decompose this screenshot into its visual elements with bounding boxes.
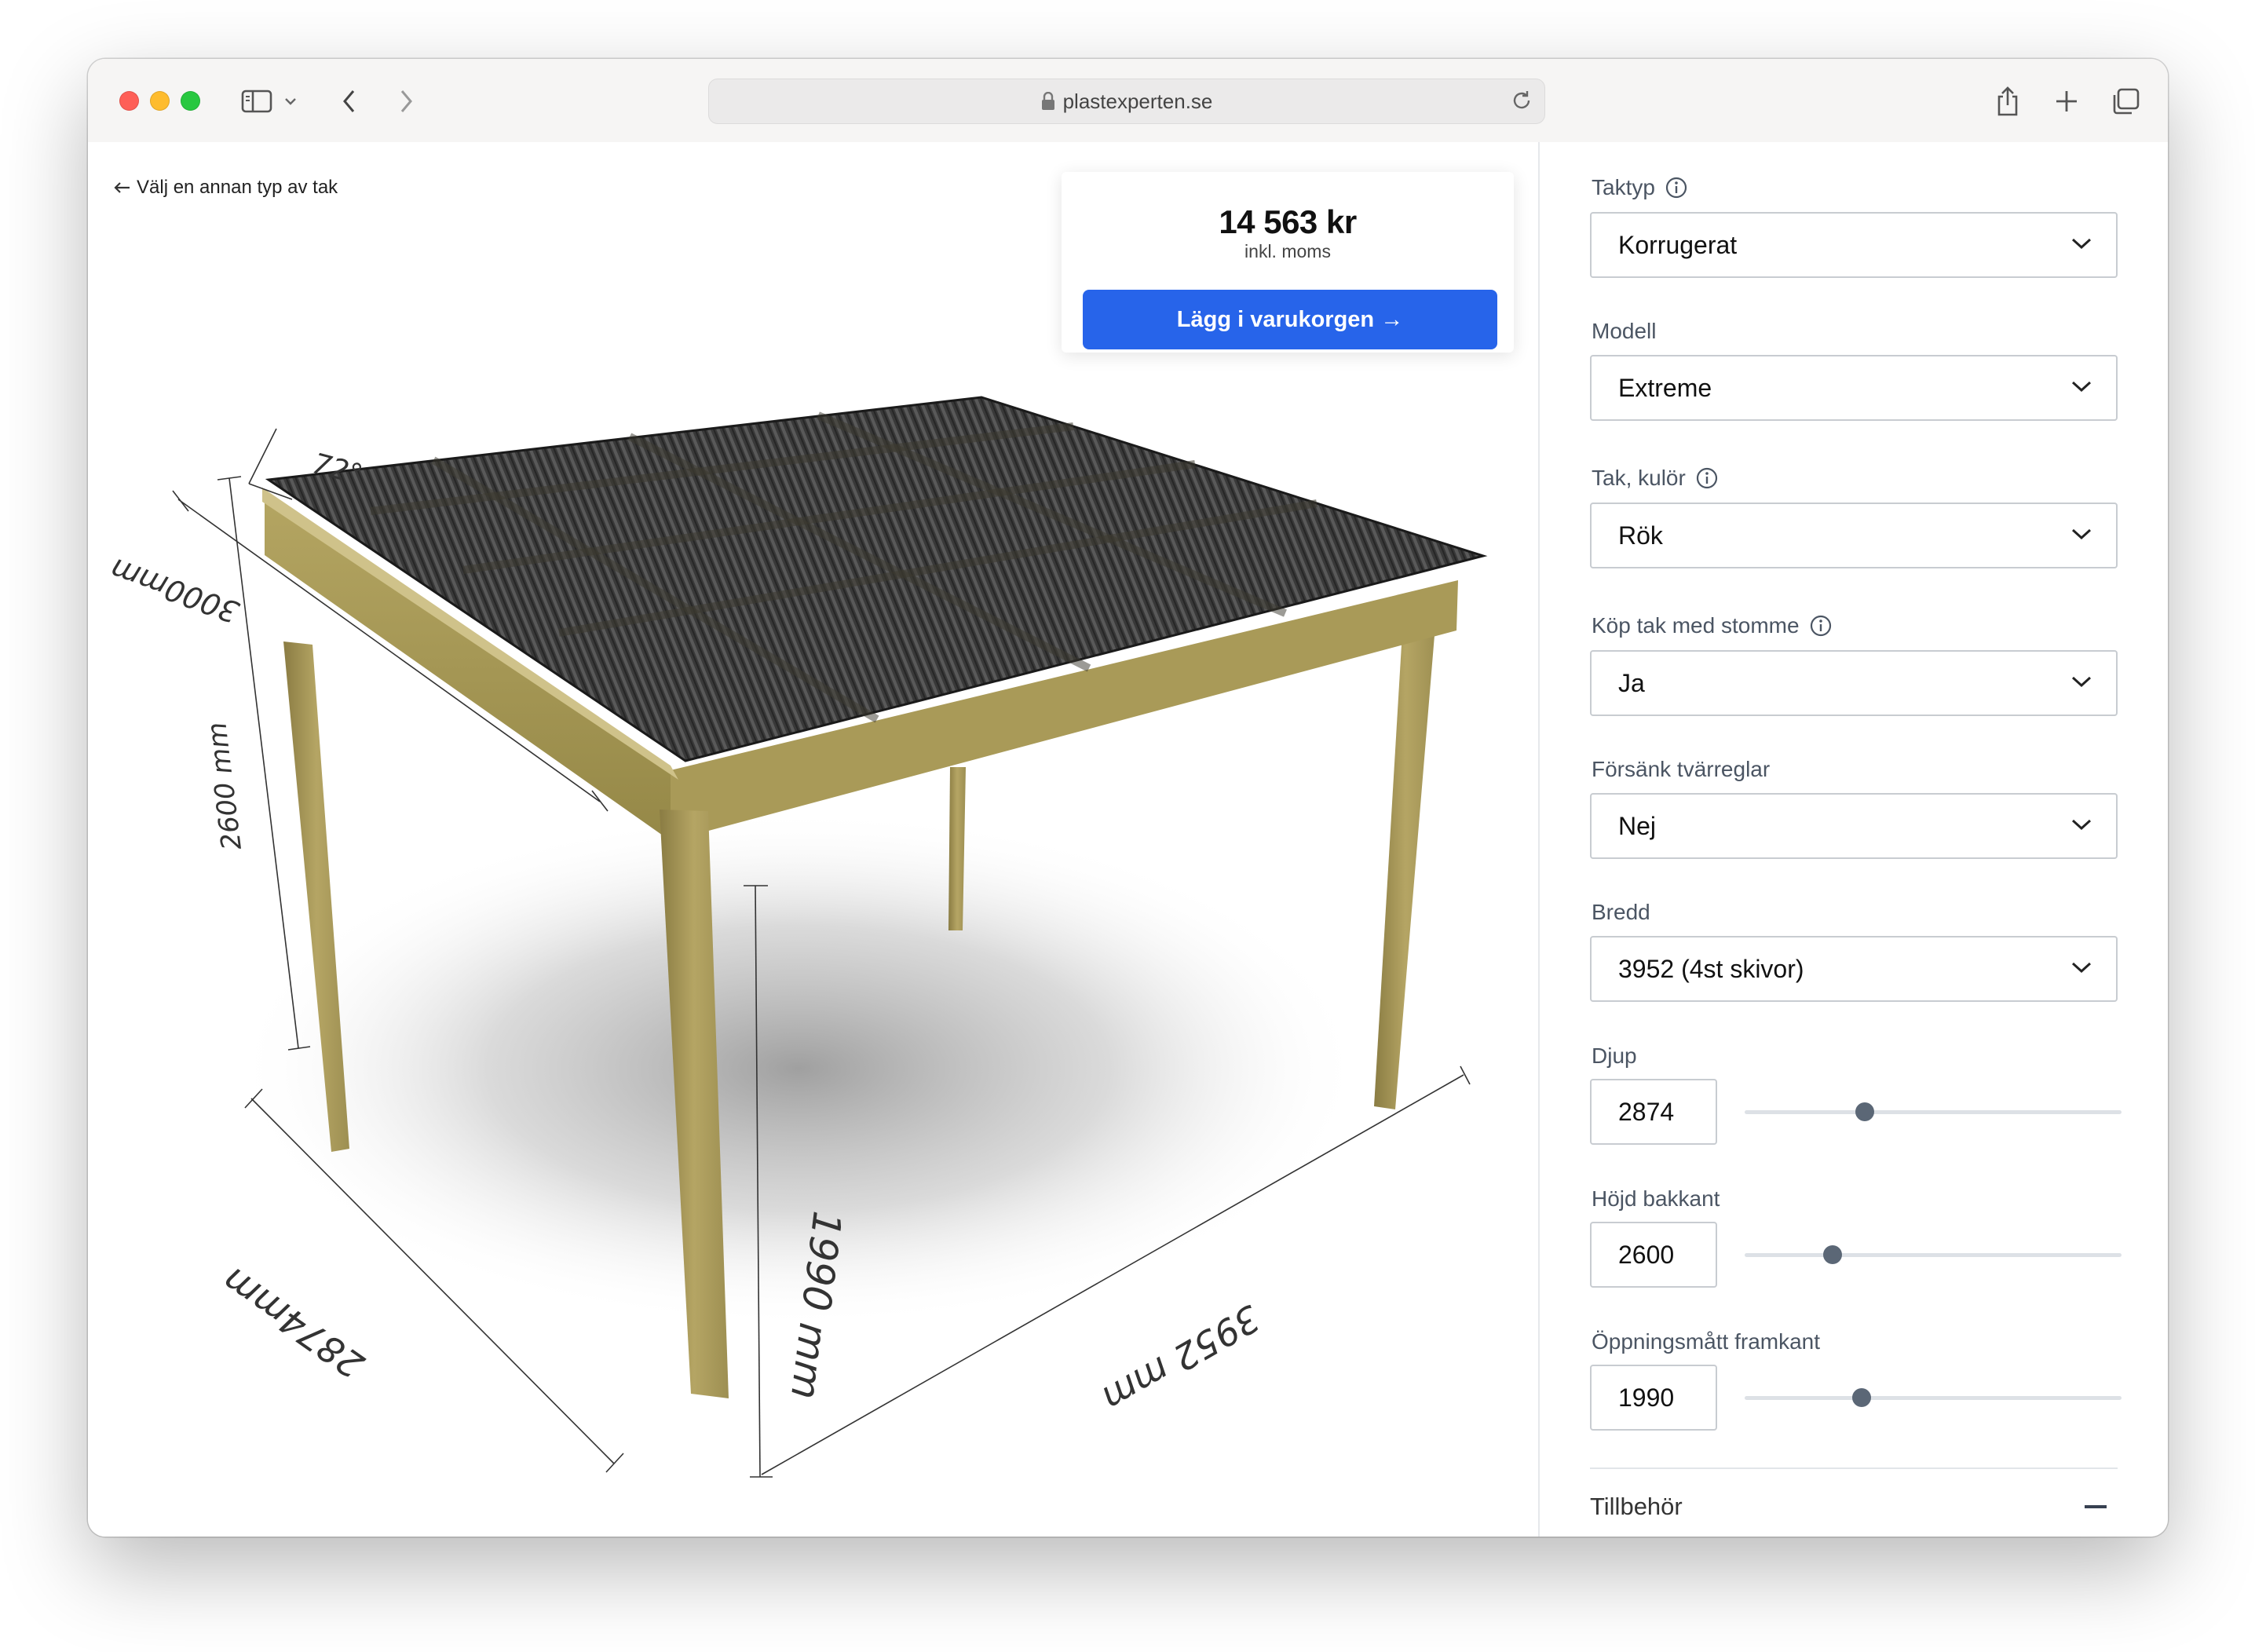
address-bar[interactable]: plastexperten.se — [708, 79, 1545, 124]
tvarreglar-select[interactable]: Nej — [1590, 793, 2118, 859]
tillbehor-accordion[interactable]: Tillbehör — [1590, 1483, 2124, 1530]
section-divider — [1590, 1467, 2118, 1469]
chevron-down-icon — [2071, 381, 2092, 393]
url-text: plastexperten.se — [1062, 89, 1213, 113]
slider-track — [1745, 1110, 2122, 1114]
top-depth-label: 3000mm — [106, 551, 244, 630]
hojd-slider[interactable] — [1745, 1243, 2122, 1266]
bredd-value: 3952 (4st skivor) — [1618, 954, 1804, 983]
new-tab-icon[interactable] — [2051, 82, 2082, 120]
chevron-down-icon — [2071, 528, 2092, 540]
info-icon[interactable] — [1695, 466, 1719, 490]
oppning-input[interactable]: 1990 — [1590, 1365, 1717, 1431]
browser-window: plastexperten.se 72° 3000mm 2600 mm 1990… — [88, 59, 2168, 1537]
info-icon[interactable] — [1665, 176, 1688, 199]
info-icon[interactable] — [1809, 614, 1833, 638]
hojd-label-text: Höjd bakkant — [1592, 1186, 1720, 1211]
tvarreglar-value: Nej — [1618, 811, 1657, 840]
share-icon[interactable] — [1992, 82, 2023, 120]
sidebar-toggle-icon[interactable] — [239, 82, 275, 120]
browser-toolbar: plastexperten.se — [88, 59, 2168, 144]
arrow-left-icon — [114, 182, 130, 193]
collapse-minus-icon[interactable] — [2085, 1505, 2107, 1508]
chevron-down-icon — [2071, 676, 2092, 688]
ground-shadow — [233, 810, 1364, 1328]
minimize-window-button[interactable] — [150, 91, 170, 111]
djup-input[interactable]: 2874 — [1590, 1079, 1717, 1145]
forward-arrow-icon[interactable] — [394, 82, 418, 120]
tvarreglar-label: Försänk tvärreglar — [1592, 757, 1770, 782]
modell-label-text: Modell — [1592, 319, 1657, 343]
kulor-label: Tak, kulör — [1592, 466, 1719, 491]
taktyp-label-text: Taktyp — [1592, 175, 1655, 199]
slider-thumb[interactable] — [1855, 1102, 1874, 1121]
add-to-cart-button[interactable]: Lägg i varukorgen → — [1083, 290, 1497, 349]
oppning-label-text: Öppningsmått framkant — [1592, 1329, 1821, 1354]
hojd-label: Höjd bakkant — [1592, 1186, 1720, 1212]
kulor-select[interactable]: Rök — [1590, 503, 2118, 568]
taktyp-value: Korrugerat — [1618, 230, 1738, 259]
chevron-down-icon — [2071, 238, 2092, 250]
bredd-select[interactable]: 3952 (4st skivor) — [1590, 936, 2118, 1002]
zoom-window-button[interactable] — [181, 91, 200, 111]
width-label: 3952 mm — [1095, 1296, 1267, 1420]
slider-track — [1745, 1253, 2122, 1257]
chevron-down-icon[interactable] — [283, 82, 298, 120]
djup-label-text: Djup — [1592, 1043, 1637, 1068]
oppning-slider[interactable] — [1745, 1386, 2122, 1409]
back-link-label: Välj en annan typ av tak — [137, 177, 338, 198]
tillbehor-label: Tillbehör — [1590, 1493, 1683, 1520]
modell-label: Modell — [1592, 319, 1656, 344]
stomme-label-text: Köp tak med stomme — [1592, 613, 1800, 638]
page-content: 72° 3000mm 2600 mm 1990 mm 2874mm 3952 m… — [88, 142, 2168, 1537]
modell-select[interactable]: Extreme — [1590, 355, 2118, 421]
bredd-label: Bredd — [1592, 900, 1650, 925]
reload-icon[interactable] — [1510, 89, 1533, 118]
slider-thumb[interactable] — [1852, 1388, 1871, 1407]
configurator-panel: Taktyp Korrugerat Modell Extreme Tak, ku… — [1538, 142, 2168, 1537]
kulor-label-text: Tak, kulör — [1592, 466, 1686, 490]
chevron-down-icon — [2071, 962, 2092, 974]
kulor-value: Rök — [1618, 521, 1663, 550]
lock-icon — [1041, 92, 1055, 111]
djup-label: Djup — [1592, 1043, 1637, 1069]
tvarreglar-label-text: Försänk tvärreglar — [1592, 757, 1771, 781]
tab-overview-icon[interactable] — [2108, 82, 2143, 120]
preview-panel: 72° 3000mm 2600 mm 1990 mm 2874mm 3952 m… — [88, 142, 1538, 1537]
stomme-select[interactable]: Ja — [1590, 650, 2118, 716]
modell-value: Extreme — [1618, 373, 1712, 402]
price-card: 14 563 kr inkl. moms Lägg i varukorgen → — [1062, 172, 1514, 353]
bredd-label-text: Bredd — [1592, 900, 1650, 924]
close-window-button[interactable] — [119, 91, 139, 111]
side-height-label: 2600 mm — [201, 721, 248, 852]
price-value: 14 563 kr — [1219, 203, 1357, 240]
hojd-value: 2600 — [1618, 1240, 1675, 1269]
djup-slider[interactable] — [1745, 1100, 2122, 1124]
taktyp-select[interactable]: Korrugerat — [1590, 212, 2118, 278]
pergola-right-leg — [1374, 605, 1437, 1109]
back-arrow-icon[interactable] — [338, 82, 361, 120]
djup-value: 2874 — [1618, 1097, 1675, 1126]
stomme-value: Ja — [1618, 668, 1645, 697]
oppning-label: Öppningsmått framkant — [1592, 1329, 1820, 1354]
back-link[interactable]: Välj en annan typ av tak — [113, 177, 338, 199]
taktyp-label: Taktyp — [1592, 175, 1688, 200]
chevron-down-icon — [2071, 819, 2092, 831]
depth-label: 2874mm — [214, 1259, 371, 1387]
stomme-label: Köp tak med stomme — [1592, 613, 1833, 638]
oppning-value: 1990 — [1618, 1383, 1675, 1412]
slider-thumb[interactable] — [1823, 1245, 1842, 1264]
price-vat-note: inkl. moms — [1244, 241, 1331, 261]
hojd-input[interactable]: 2600 — [1590, 1222, 1717, 1288]
slider-track — [1745, 1396, 2122, 1400]
